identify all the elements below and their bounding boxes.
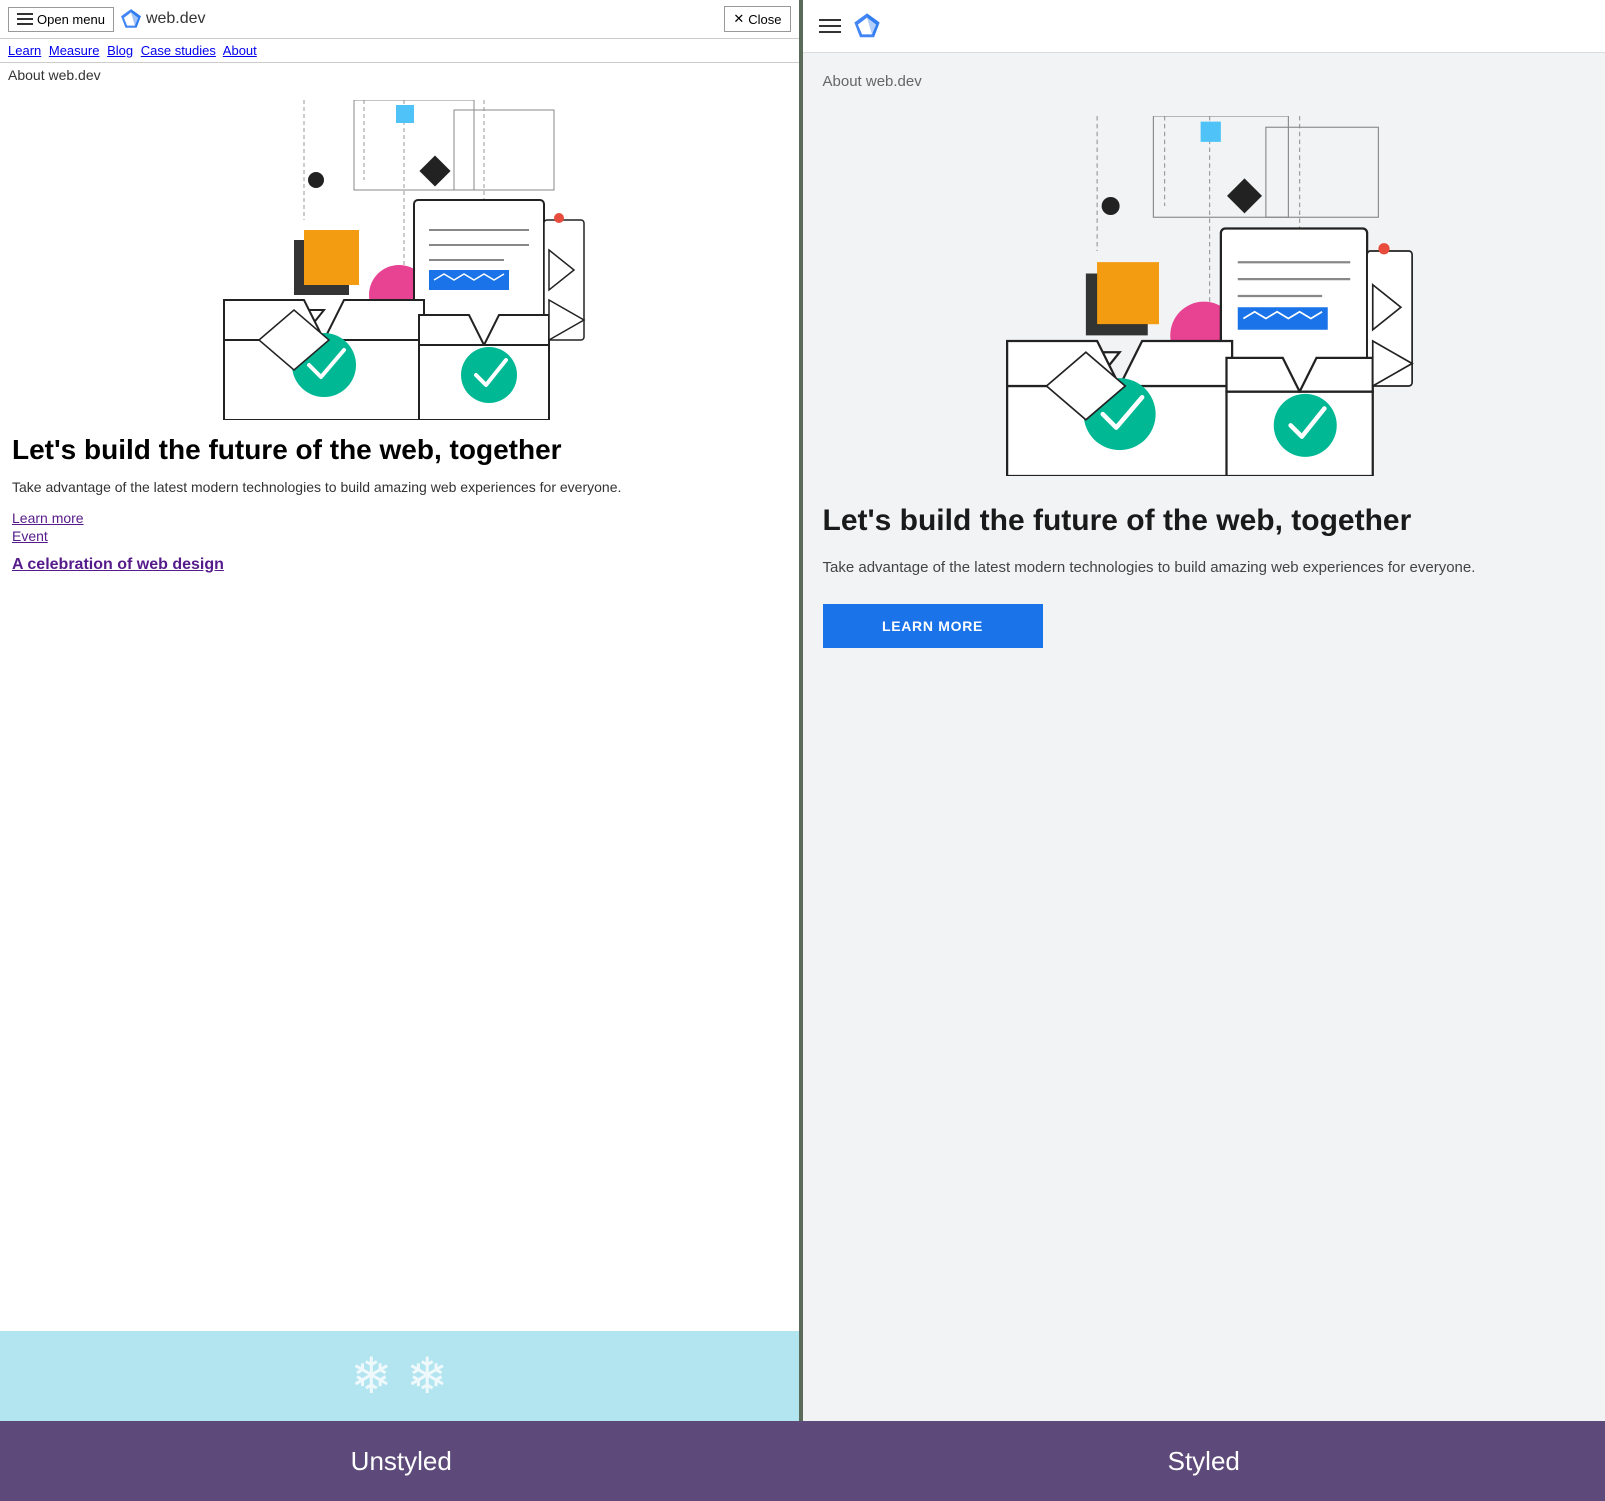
close-button-label: Close: [748, 12, 781, 27]
learn-more-link-unstyled[interactable]: Learn more: [12, 510, 787, 526]
hero-desc-unstyled: Take advantage of the latest modern tech…: [12, 477, 787, 498]
unstyled-label-text: Unstyled: [351, 1446, 452, 1477]
unstyled-label-container: Unstyled: [0, 1421, 803, 1501]
illustration-svg-styled: [984, 116, 1424, 476]
labels-bar: Unstyled Styled: [0, 1421, 1605, 1501]
illustration-svg-unstyled: [204, 100, 594, 420]
hamburger-icon: [17, 13, 33, 25]
content-unstyled: Let's build the future of the web, toget…: [0, 87, 799, 1331]
learn-more-button-styled[interactable]: LEARN MORE: [823, 604, 1043, 648]
unstyled-panel: Open menu web.dev ✕ Close: [0, 0, 803, 1421]
hero-illustration-unstyled: [12, 95, 787, 425]
content-styled: About web.dev: [803, 53, 1605, 1421]
hero-heading-unstyled: Let's build the future of the web, toget…: [12, 433, 787, 467]
logo-text-unstyled: web.dev: [146, 10, 206, 28]
styled-label-container: Styled: [803, 1421, 1605, 1501]
about-label-styled: About web.dev: [823, 73, 1586, 90]
header-unstyled: Open menu web.dev ✕ Close: [0, 0, 799, 39]
header-styled: [803, 0, 1605, 53]
menu-button-label: Open menu: [37, 12, 105, 27]
snowflake-preview: ❄ ❄: [0, 1331, 799, 1421]
hero-links-unstyled: Learn more Event: [12, 510, 787, 544]
logo-icon: [120, 8, 142, 30]
logo-icon-styled: [853, 12, 881, 40]
close-x-icon: ✕: [733, 11, 744, 27]
event-link-unstyled[interactable]: Event: [12, 528, 787, 544]
about-label-unstyled: About web.dev: [0, 63, 799, 87]
snowflake-decoration: ❄ ❄: [350, 1347, 448, 1405]
hero-heading-styled: Let's build the future of the web, toget…: [823, 502, 1586, 540]
styled-label-text: Styled: [1168, 1446, 1240, 1477]
nav-about-link[interactable]: About: [223, 43, 257, 58]
hero-illustration-styled: [823, 106, 1586, 486]
nav-case-studies-link[interactable]: Case studies: [141, 43, 216, 58]
celebration-link-unstyled[interactable]: A celebration of web design: [12, 556, 787, 574]
header-left: Open menu web.dev: [8, 7, 206, 32]
logo-unstyled: web.dev: [120, 8, 206, 30]
hamburger-icon-styled[interactable]: [819, 19, 841, 33]
nav-blog-link[interactable]: Blog: [107, 43, 133, 58]
open-menu-button[interactable]: Open menu: [8, 7, 114, 32]
hero-desc-styled: Take advantage of the latest modern tech…: [823, 556, 1586, 580]
close-button[interactable]: ✕ Close: [724, 6, 790, 32]
nav-learn-link[interactable]: Learn: [8, 43, 41, 58]
styled-panel: About web.dev: [803, 0, 1605, 1421]
nav-measure-link[interactable]: Measure: [49, 43, 100, 58]
nav-links-unstyled: Learn Measure Blog Case studies About: [0, 39, 799, 63]
